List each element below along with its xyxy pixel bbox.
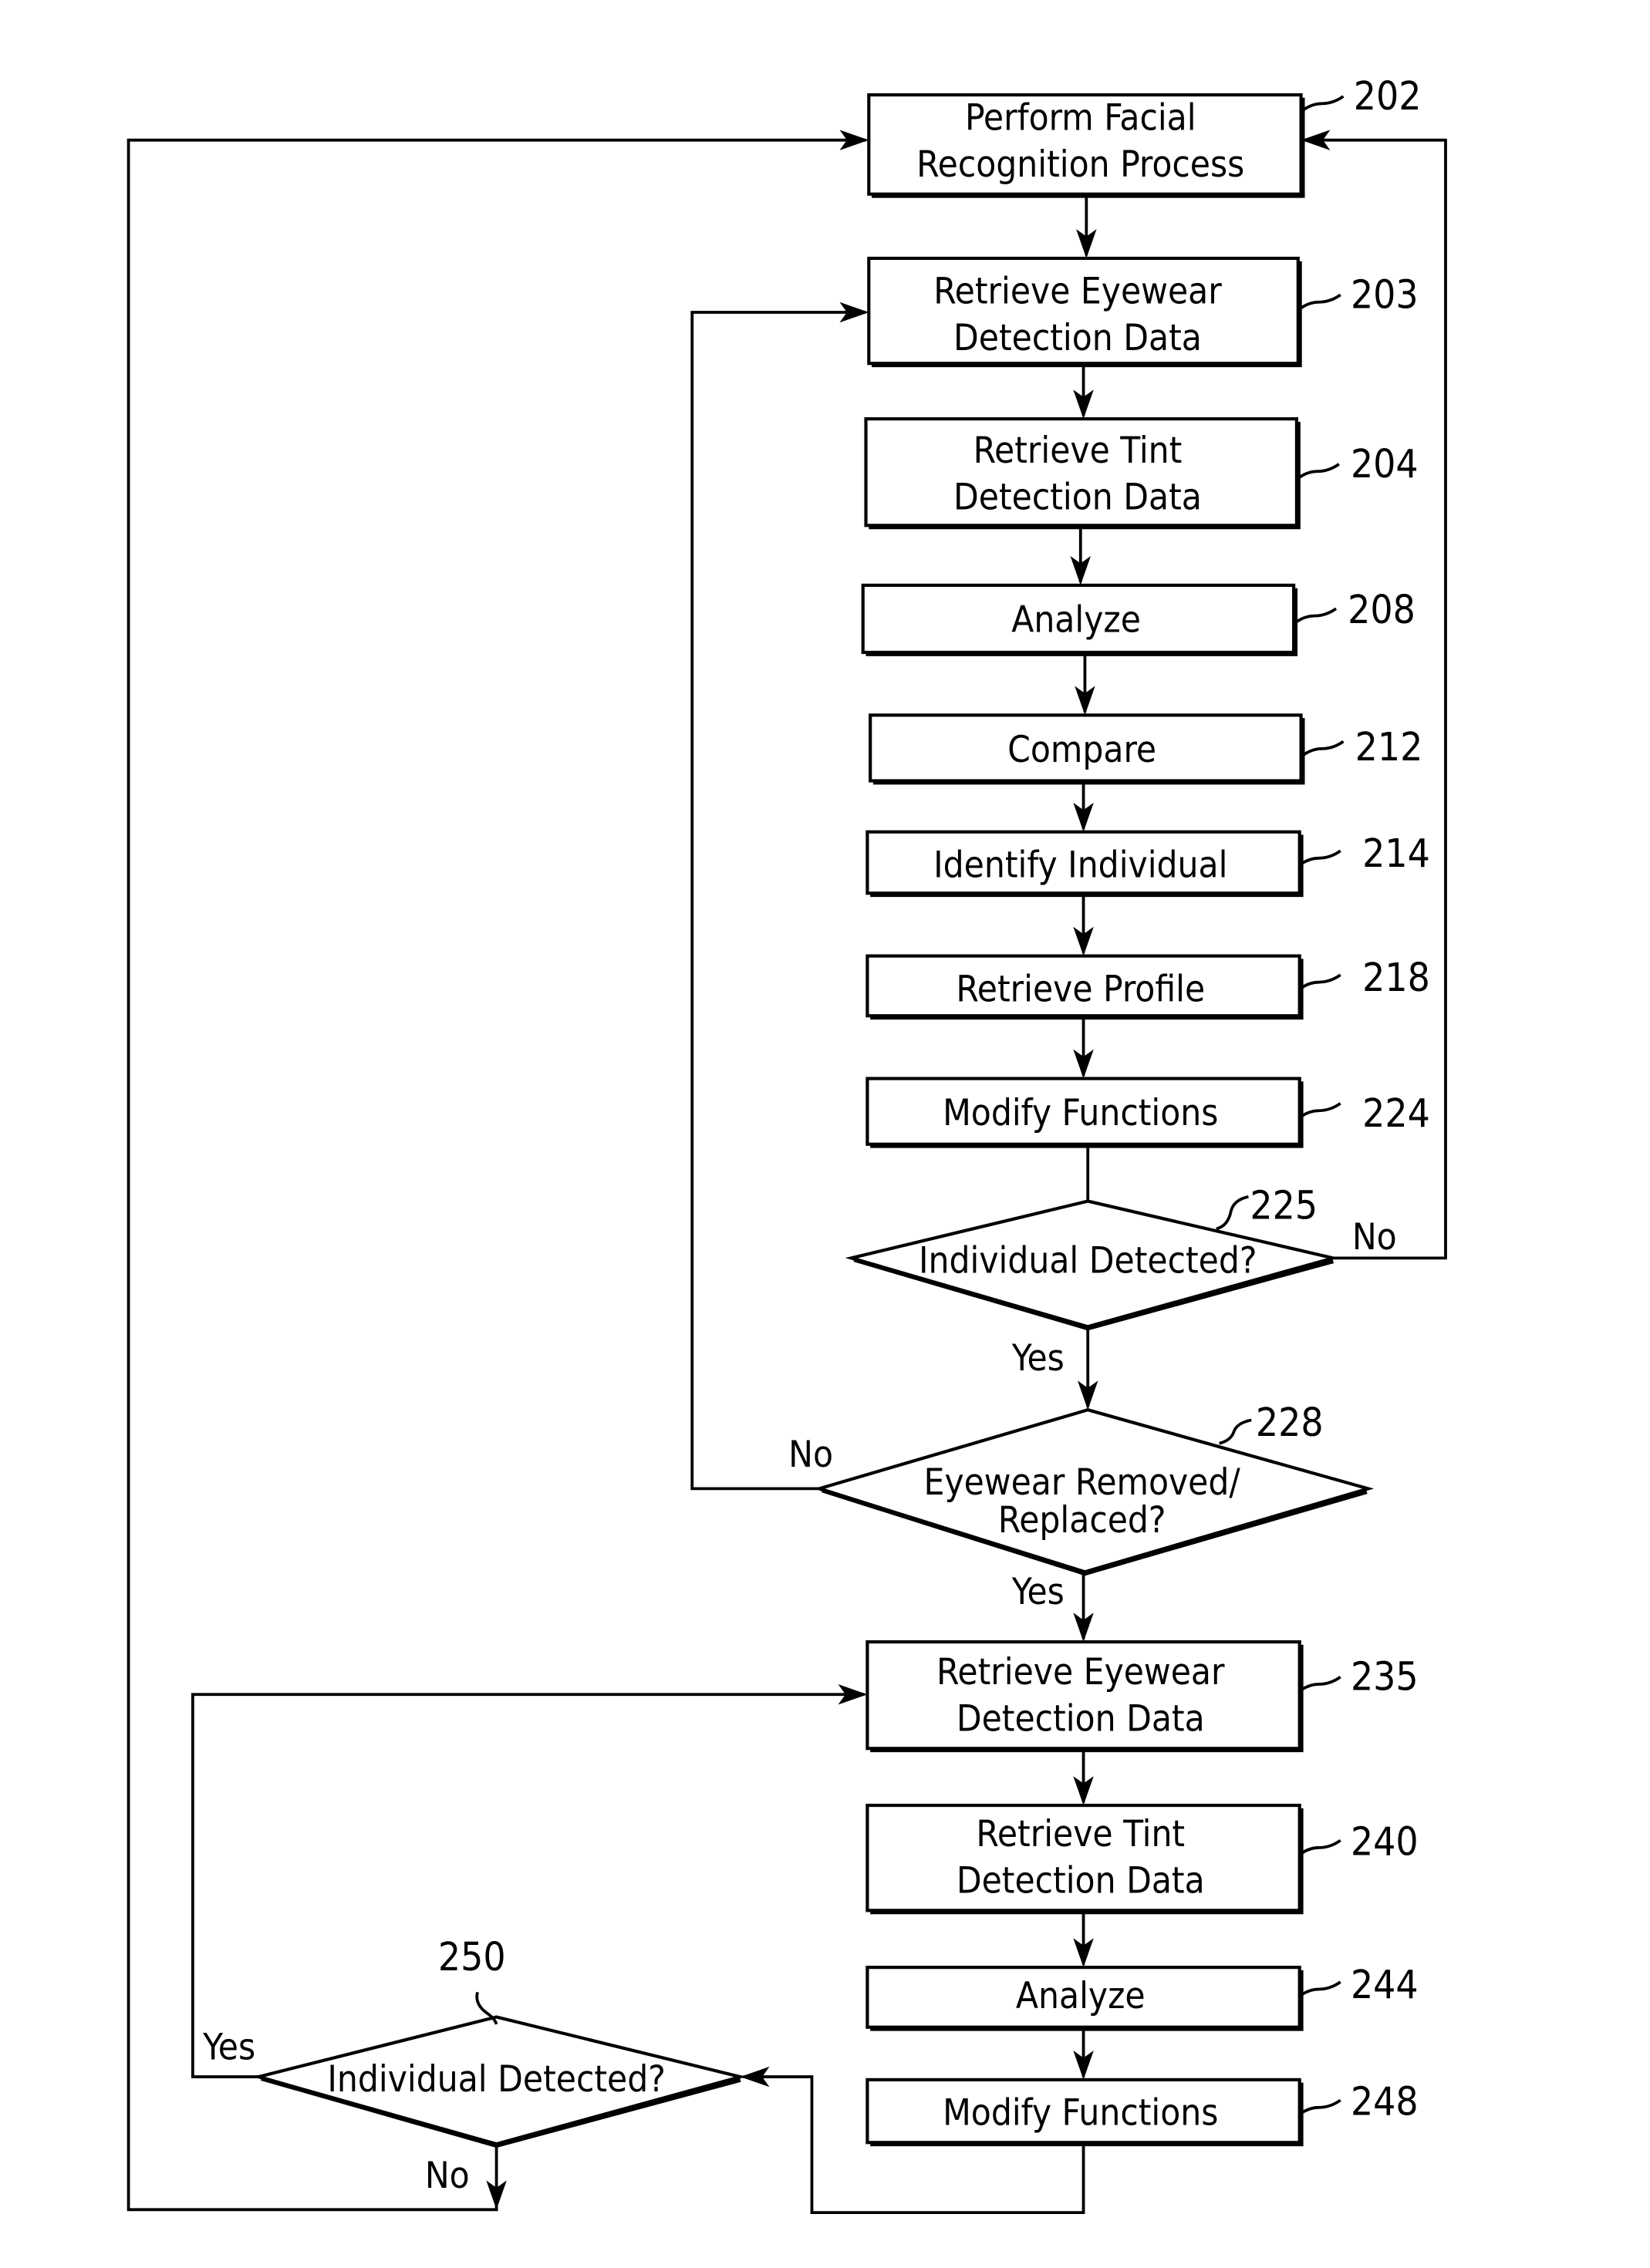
leader-line [1300, 1675, 1341, 1692]
node-label-line: Retrieve Profile [956, 968, 1205, 1010]
ref-235: 235 [1351, 1655, 1419, 1700]
node-label-line: Individual Detected? [327, 2058, 665, 2101]
leader-line [1216, 1195, 1249, 1231]
node-label-line: Detection Data [953, 476, 1202, 518]
node-208: Analyze [861, 583, 1298, 656]
node-label-line: Analyze [1016, 1975, 1146, 2017]
leader-line [1300, 293, 1341, 309]
edge-label-225-no: No [1352, 1216, 1397, 1259]
ref-202: 202 [1354, 74, 1422, 120]
leader-line [1303, 95, 1345, 111]
ref-212: 212 [1355, 725, 1423, 770]
ref-224: 224 [1362, 1091, 1430, 1137]
node-240: Retrieve Tint Detection Data [865, 1803, 1304, 1915]
flowchart-canvas: Perform Facial Recognition Process Retri… [127, 74, 1447, 2214]
ref-244: 244 [1351, 1963, 1419, 2008]
node-224: Modify Functions [865, 1077, 1304, 1148]
leader-line [1298, 463, 1340, 479]
node-label-line: Compare [1007, 729, 1156, 771]
node-214: Identify Individual [865, 830, 1304, 898]
ref-203: 203 [1351, 272, 1419, 318]
node-label-line: Analyze [1011, 598, 1141, 641]
edge-label-228-yes: Yes [1011, 1571, 1065, 1613]
node-label-line: Eyewear Removed/ [924, 1461, 1241, 1504]
leader-line [1300, 1980, 1341, 1997]
edge-label-228-no: No [788, 1434, 833, 1476]
leader-line [1219, 1418, 1252, 1445]
node-244: Analyze [865, 1966, 1304, 2031]
node-label-line: Detection Data [957, 1698, 1205, 1741]
ref-250: 250 [438, 1935, 506, 1980]
node-label-line: Retrieve Eyewear [933, 271, 1222, 313]
edge-228-no-to-203 [690, 302, 869, 1491]
edge-label-250-no: No [425, 2155, 470, 2197]
node-203: Retrieve Eyewear Detection Data [867, 256, 1302, 368]
node-label-line: Retrieve Tint [973, 430, 1183, 472]
node-202: Perform Facial Recognition Process [867, 93, 1305, 198]
node-248: Modify Functions [865, 2078, 1304, 2147]
node-label-line: Detection Data [957, 1860, 1205, 1902]
node-235: Retrieve Eyewear Detection Data [865, 1640, 1304, 1753]
edge-250-yes-to-235 [191, 1683, 868, 2078]
node-label-line: Identify Individual [933, 844, 1227, 886]
node-label-line: Modify Functions [943, 2092, 1218, 2135]
leader-line [1300, 1838, 1341, 1855]
leader-line [1300, 2098, 1341, 2115]
node-250: Individual Detected? [251, 2015, 747, 2148]
node-218: Retrieve Profile [865, 954, 1304, 1020]
ref-208: 208 [1348, 588, 1415, 633]
ref-240: 240 [1351, 1819, 1419, 1865]
edge-label-225-yes: Yes [1011, 1337, 1065, 1380]
node-label-line: Retrieve Eyewear [936, 1651, 1225, 1693]
leader-line [1300, 973, 1341, 989]
node-204: Retrieve Tint Detection Data [864, 417, 1301, 530]
leader-line [1300, 1102, 1341, 1118]
ref-225: 225 [1250, 1183, 1318, 1228]
ref-214: 214 [1362, 831, 1430, 877]
leader-line [1303, 740, 1345, 757]
node-label-line: Individual Detected? [919, 1239, 1257, 1282]
node-label-line: Detection Data [953, 317, 1202, 359]
node-label-line: Modify Functions [943, 1092, 1218, 1134]
node-label-line: Retrieve Tint [976, 1813, 1185, 1855]
ref-204: 204 [1351, 442, 1419, 487]
leader-line [1300, 849, 1341, 865]
leader-line [1295, 607, 1338, 623]
edge-label-250-yes: Yes [202, 2026, 255, 2068]
node-212: Compare [869, 713, 1305, 785]
ref-248: 248 [1351, 2079, 1419, 2125]
edge-250-no-to-202 [127, 130, 869, 2212]
ref-228: 228 [1256, 1400, 1324, 1446]
node-label-line: Perform Facial [965, 96, 1196, 139]
ref-218: 218 [1362, 955, 1430, 1001]
node-label-line: Recognition Process [916, 143, 1244, 186]
node-label-line: Replaced? [998, 1499, 1166, 1542]
